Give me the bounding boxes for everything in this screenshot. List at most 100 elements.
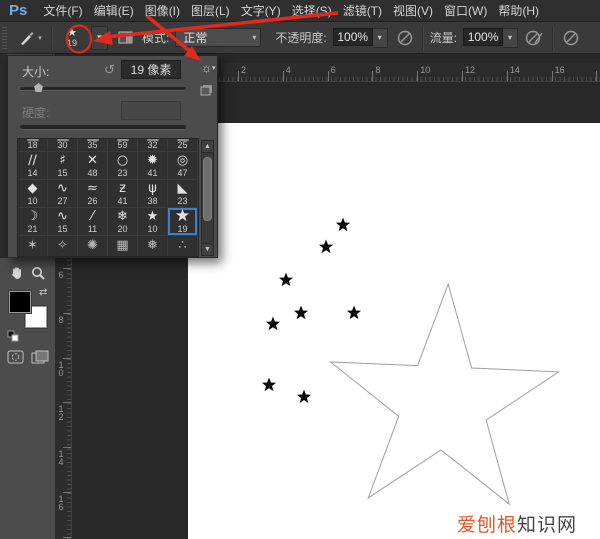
opacity-input[interactable]: 100% [333,28,373,46]
brush-preset-cell[interactable]: 35 [78,139,108,152]
size-slider[interactable] [20,87,186,90]
brush-preset-panel: 大小: ↺ 19 像素 ☼ ▾ 硬度: 183035593225∕∕14♯15✕… [7,55,218,258]
brush-preset-cell[interactable]: ♯15 [48,152,78,180]
brush-preset-cell[interactable]: ✹41 [138,152,168,180]
chevron-down-icon: ▾ [246,33,256,42]
brush-tip-icon: ❅ [147,239,158,253]
airbrush-icon [525,29,545,47]
hand-tool-button[interactable] [9,265,25,281]
brush-preset-cell[interactable]: ⁄11 [78,208,108,236]
menu-item-4[interactable]: 文字(Y) [241,4,281,18]
brush-tip-icon: ∿ [57,210,68,224]
brush-preset-cell[interactable]: ✶ [18,236,48,257]
brush-preset-cell[interactable]: ◆10 [18,180,48,208]
ruler-tick [328,71,329,81]
brush-preset-cell[interactable]: ✕48 [78,152,108,180]
screen-mode-button[interactable] [31,350,49,365]
new-preset-button[interactable] [200,84,213,96]
brush-preset-cell[interactable]: ∿27 [48,180,78,208]
screen-mode-icon [31,350,49,365]
brush-preset-cell-selected[interactable]: ★19 [168,208,198,236]
star-path-outline [331,284,559,504]
swap-colors-button[interactable]: ⇄ [39,287,47,298]
flow-dropdown-arrow[interactable]: ▾ [503,28,518,48]
brush-preset-cell[interactable]: ∿15 [48,208,78,236]
flow-input[interactable]: 100% [463,28,503,46]
opacity-dropdown-arrow[interactable]: ▾ [373,28,388,48]
menu-item-5[interactable]: 选择(S) [292,4,332,18]
brush-preset-cell[interactable]: ≈26 [78,180,108,208]
menu-item-3[interactable]: 图层(L) [191,4,230,18]
document-canvas[interactable] [188,123,600,539]
blend-mode-select[interactable]: 正常 ▾ [175,28,261,47]
brush-preset-cell[interactable]: 32 [138,139,168,152]
swap-arrows-icon: ⇄ [39,287,47,298]
clipped-brush-icon [117,139,129,141]
brush-size-number: 26 [87,196,97,207]
brush-preset-cell[interactable]: 18 [18,139,48,152]
size-label: 大小: [22,63,49,80]
brush-preset-cell[interactable]: ☽21 [18,208,48,236]
brush-preset-cell[interactable]: ◎47 [168,152,198,180]
size-slider-thumb[interactable] [34,83,43,92]
brush-preset-cell[interactable]: ✧ [48,236,78,257]
blend-mode-value: 正常 [183,29,207,46]
airbrush-toggle-button[interactable] [524,28,546,48]
brush-preset-cell[interactable]: ◣23 [168,180,198,208]
menu-item-1[interactable]: 编辑(E) [94,4,134,18]
brush-preset-cell[interactable]: 25 [168,139,198,152]
options-bar-grip[interactable] [2,27,7,49]
brush-preset-cell[interactable]: ✺ [78,236,108,257]
pen-pressure-icon [396,29,414,47]
tablet-pressure-opacity-button[interactable] [394,28,416,48]
tablet-pressure-size-button[interactable] [560,28,582,48]
quick-mask-button[interactable] [7,350,24,364]
brush-tip-icon: ▦ [116,239,128,253]
menu-item-8[interactable]: 窗口(W) [444,4,487,18]
brush-preset-cell[interactable]: ❄20 [108,208,138,236]
brush-preset-cell[interactable]: ★10 [138,208,168,236]
toggle-brush-panel-button[interactable] [114,28,136,48]
brush-preset-cell[interactable]: ❅ [138,236,168,257]
ruler-number: 2 [241,65,246,75]
brush-preset-cell[interactable]: ▦ [108,236,138,257]
menu-item-0[interactable]: 文件(F) [43,4,82,18]
default-colors-button[interactable] [7,330,19,342]
brush-preset-preview[interactable]: ★ 19 [59,24,85,52]
brush-preset-cell[interactable]: ∕∕14 [18,152,48,180]
painted-star [266,317,280,331]
menu-item-9[interactable]: 帮助(H) [498,4,539,18]
menu-item-7[interactable]: 视图(V) [393,4,433,18]
scrollbar-thumb[interactable] [203,157,212,221]
reset-size-icon[interactable]: ↺ [104,63,115,76]
brush-preset-cell[interactable]: ○23 [108,152,138,180]
chevron-down-icon: ▼ [96,33,104,42]
ruler-tick [417,71,418,81]
scroll-down-button[interactable]: ▼ [201,243,214,256]
new-preset-icon [200,84,213,96]
brush-preset-cell[interactable]: ∴ [168,236,198,257]
photoshop-logo: Ps [9,2,27,19]
hardness-label: 硬度: [22,104,49,121]
brush-tip-icon: ✶ [27,239,38,253]
clipped-brush-icon [87,139,99,141]
brush-tool-button[interactable]: ▾ [15,25,45,51]
ruler-number: 16 [555,65,565,75]
menu-bar: Ps 文件(F) 编辑(E) 图像(I) 图层(L) 文字(Y) 选择(S) 滤镜(T) 视图… [0,0,600,22]
menu-item-2[interactable]: 图像(I) [145,4,180,18]
brush-preset-cell[interactable]: ψ38 [138,180,168,208]
brush-preset-cell[interactable]: 59 [108,139,138,152]
brush-tip-icon: ✧ [57,239,68,253]
size-value-field[interactable]: 19 像素 [121,60,181,79]
menu-item-6[interactable]: 滤镜(T) [343,4,382,18]
panel-menu-gear-icon[interactable]: ☼ [201,62,212,74]
brush-tip-icon: ♯ [59,154,65,168]
zoom-tool-button[interactable] [30,265,46,281]
foreground-color-swatch[interactable] [9,291,31,313]
pen-pressure-icon [562,29,580,47]
painted-star [347,306,361,320]
brush-preset-picker-arrow[interactable]: ▼ [91,26,108,50]
ruler-tick [283,71,284,81]
brush-preset-cell[interactable]: 30 [48,139,78,152]
brush-preset-cell[interactable]: ƶ41 [108,180,138,208]
